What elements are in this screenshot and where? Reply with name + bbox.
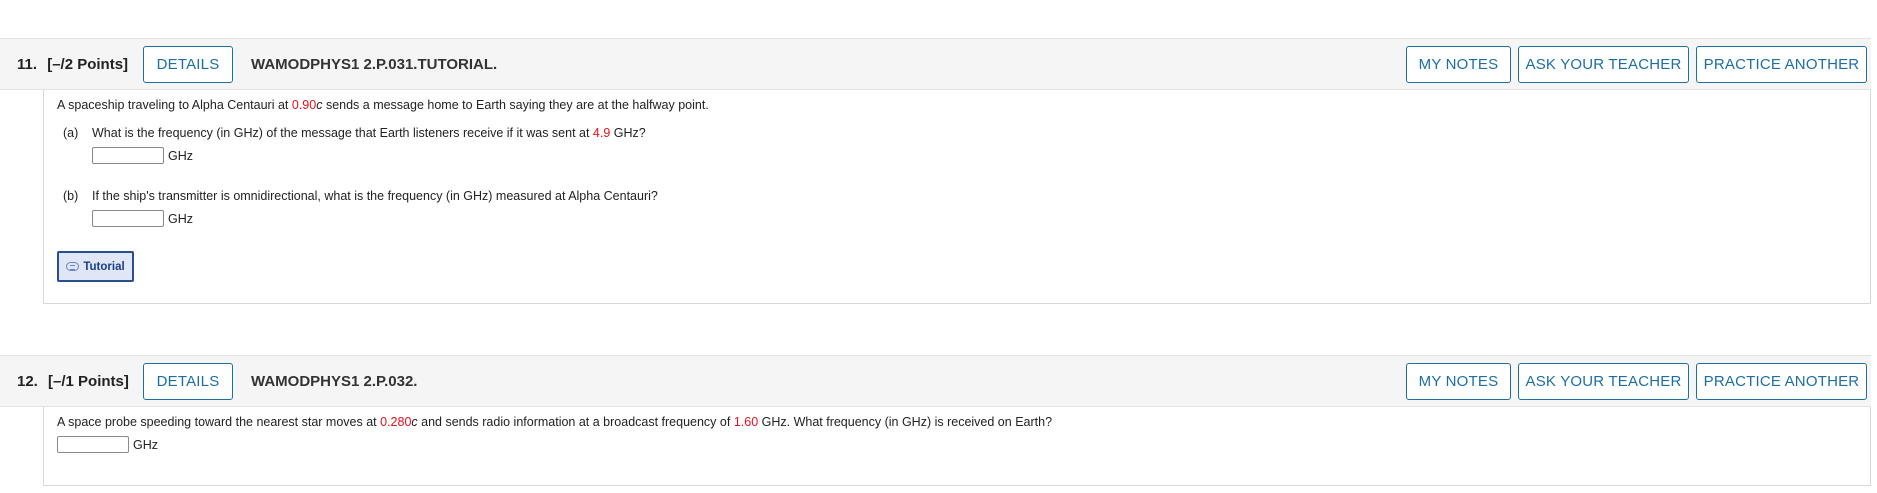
part-a-question: (a) What is the frequency (in GHz) of the… — [63, 126, 646, 140]
question-points: [–/1 Points] — [48, 373, 129, 390]
part-a-text-post: GHz? — [610, 126, 646, 140]
part-a-answer-row: GHz — [92, 147, 193, 164]
my-notes-button[interactable]: MY NOTES — [1406, 46, 1511, 83]
question-number-label: 12. — [17, 373, 38, 390]
question-12-header: 12. [–/1 Points] DETAILS WAMODPHYS1 2.P.… — [0, 355, 1871, 407]
question-code: WAMODPHYS1 2.P.031.TUTORIAL. — [251, 56, 498, 73]
question-text-mid: and sends radio information at a broadca… — [417, 415, 734, 429]
tutorial-icon — [66, 262, 80, 271]
probe-speed-value: 0.280 — [380, 415, 412, 429]
details-button[interactable]: DETAILS — [143, 46, 233, 83]
answer-row: GHz — [57, 436, 158, 453]
answer-unit: GHz — [133, 437, 158, 452]
part-b-label: (b) — [63, 189, 79, 203]
practice-another-button[interactable]: PRACTICE ANOTHER — [1696, 363, 1867, 400]
part-a-label: (a) — [63, 126, 79, 140]
part-b-question: (b) If the ship's transmitter is omnidire… — [63, 189, 658, 203]
part-a-text: What is the frequency (in GHz) of the me… — [92, 126, 593, 140]
question-number: 12. [–/1 Points] — [17, 373, 129, 390]
part-a-answer-input[interactable] — [92, 147, 164, 164]
intro-speed-value: 0.90 — [291, 98, 317, 112]
my-notes-button[interactable]: MY NOTES — [1406, 363, 1511, 400]
question-11-body: A spaceship traveling to Alpha Centauri … — [43, 90, 1871, 304]
intro-text-post: sends a message home to Earth saying the… — [322, 98, 709, 112]
question-text-post: GHz. What frequency (in GHz) is received… — [758, 415, 1053, 429]
part-b-text: If the ship's transmitter is omnidirecti… — [92, 189, 658, 203]
answer-input[interactable] — [57, 436, 129, 453]
question-number: 11. [–/2 Points] — [17, 56, 128, 73]
intro-text: A spaceship traveling to Alpha Centauri … — [57, 98, 292, 112]
question-11-header: 11. [–/2 Points] DETAILS WAMODPHYS1 2.P.… — [0, 38, 1871, 90]
part-b-answer-input[interactable] — [92, 210, 164, 227]
question-code: WAMODPHYS1 2.P.032. — [251, 373, 418, 390]
broadcast-frequency-value: 1.60 — [733, 415, 759, 429]
part-a-frequency-value: 4.9 — [592, 126, 611, 140]
question-intro: A spaceship traveling to Alpha Centauri … — [57, 98, 709, 112]
part-a-unit: GHz — [168, 148, 193, 163]
question-points: [–/2 Points] — [47, 56, 129, 73]
tutorial-button[interactable]: Tutorial — [57, 251, 134, 282]
part-b-answer-row: GHz — [92, 210, 193, 227]
details-button[interactable]: DETAILS — [143, 363, 233, 400]
question-text-pre: A space probe speeding toward the neares… — [57, 415, 381, 429]
question-12-body: A space probe speeding toward the neares… — [43, 407, 1871, 486]
ask-your-teacher-button[interactable]: ASK YOUR TEACHER — [1518, 363, 1689, 400]
tutorial-label: Tutorial — [83, 260, 125, 273]
part-b-unit: GHz — [168, 211, 193, 226]
practice-another-button[interactable]: PRACTICE ANOTHER — [1696, 46, 1867, 83]
ask-your-teacher-button[interactable]: ASK YOUR TEACHER — [1518, 46, 1689, 83]
question-text: A space probe speeding toward the neares… — [57, 415, 1052, 429]
question-number-label: 11. — [17, 56, 38, 73]
